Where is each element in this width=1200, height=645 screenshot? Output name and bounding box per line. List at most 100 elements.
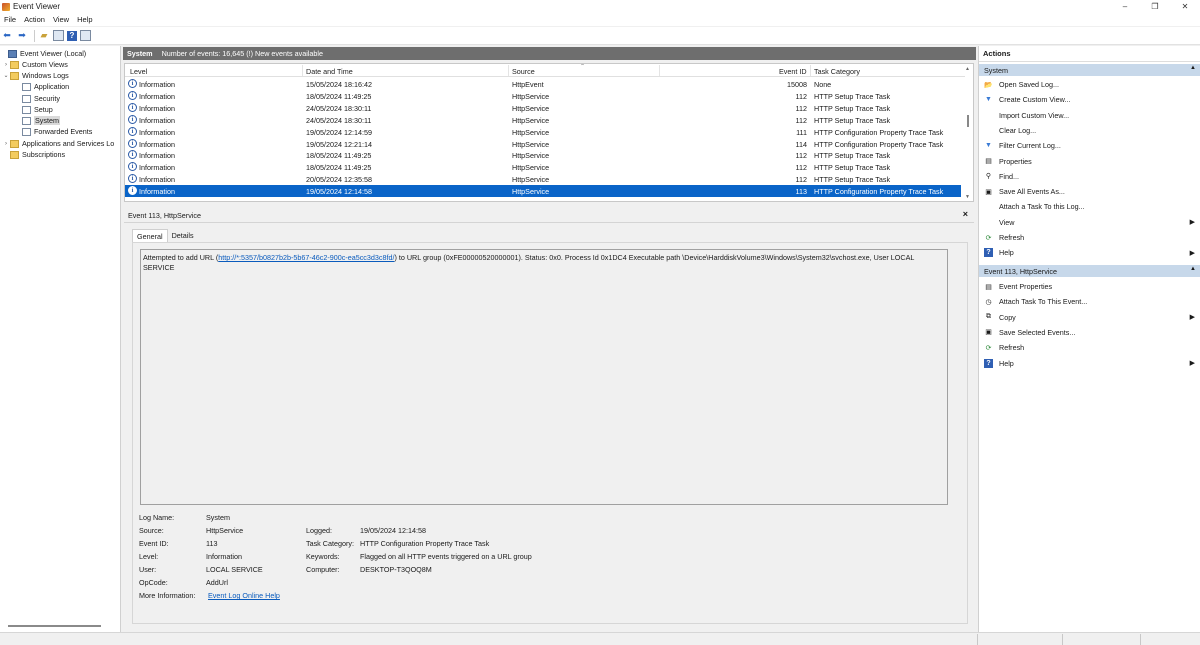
menu-file[interactable]: File	[0, 15, 20, 24]
vertical-scrollbar[interactable]: ▲ ▼	[965, 66, 971, 200]
tree-item-label: Setup	[34, 105, 53, 114]
forward-arrow-icon[interactable]: ➡	[16, 30, 28, 42]
action-import-custom-view[interactable]: Import Custom View...	[979, 109, 1200, 122]
menu-help[interactable]: Help	[73, 15, 96, 24]
tree-item[interactable]: Subscriptions	[2, 149, 65, 160]
action-refresh[interactable]: ⟳ Refresh	[979, 341, 1200, 354]
event-detail-pane: General Details Attempted to add URL (ht…	[124, 222, 974, 629]
tree-item[interactable]: Forwarded Events	[14, 126, 92, 137]
event-row[interactable]: i Information 19/05/2024 12:14:59 HttpServi…	[125, 126, 961, 138]
action-help[interactable]: ? Help ▶	[979, 246, 1200, 259]
event-row[interactable]: i Information 24/05/2024 18:30:11 HttpServi…	[125, 102, 961, 114]
close-button[interactable]: ✕	[1170, 0, 1200, 13]
action-clear-log[interactable]: Clear Log...	[979, 124, 1200, 137]
event-row[interactable]: i Information 20/05/2024 12:35:58 HttpServi…	[125, 173, 961, 185]
action-label: Attach a Task To this Log...	[999, 202, 1085, 212]
collapse-section-icon[interactable]: ▲	[1190, 65, 1196, 71]
console-tree: Event Viewer (Local) › Custom Views ⌄ Window…	[0, 46, 121, 632]
action-copy[interactable]: ⧉ Copy ▶	[979, 311, 1200, 324]
action-view[interactable]: View ▶	[979, 216, 1200, 229]
minimize-button[interactable]: –	[1110, 0, 1140, 13]
show-hide-action-pane-icon[interactable]	[80, 30, 91, 41]
tab-details[interactable]: Details	[168, 229, 198, 242]
action-label: View	[999, 217, 1015, 227]
close-detail-icon[interactable]: ×	[963, 209, 968, 219]
cell-source: HttpService	[512, 163, 550, 173]
event-row[interactable]: i Information 19/05/2024 12:14:58 HttpServi…	[125, 185, 961, 198]
expand-right-icon[interactable]: ›	[2, 62, 10, 68]
cell-level: Information	[139, 115, 175, 125]
log-icon	[22, 94, 31, 103]
tree-item[interactable]: › Applications and Services Lo	[2, 138, 114, 149]
cell-source: HttpService	[512, 115, 550, 125]
column-divider[interactable]	[302, 65, 303, 76]
column-date[interactable]: Date and Time	[306, 67, 353, 76]
tree-item[interactable]: › Custom Views	[2, 59, 68, 70]
action-create-custom-view[interactable]: ▼ Create Custom View...	[979, 93, 1200, 106]
column-divider[interactable]	[659, 65, 660, 76]
column-source[interactable]: Source	[512, 67, 535, 76]
cell-source: HttpService	[512, 103, 550, 113]
show-hide-tree-icon[interactable]	[53, 30, 64, 41]
submenu-arrow-icon: ▶	[1189, 314, 1195, 322]
tab-general[interactable]: General	[132, 229, 168, 242]
up-folder-icon[interactable]: ▰	[38, 30, 50, 42]
action-open-saved-log[interactable]: 📂 Open Saved Log...	[979, 78, 1200, 91]
event-row[interactable]: i Information 18/05/2024 11:49:25 HttpServi…	[125, 149, 961, 161]
action-save-all-events-as[interactable]: ▣ Save All Events As...	[979, 185, 1200, 198]
column-divider[interactable]	[508, 65, 509, 76]
scroll-down-icon[interactable]: ▼	[965, 194, 970, 200]
back-arrow-icon[interactable]: ⬅	[1, 30, 13, 42]
action-help[interactable]: ? Help ▶	[979, 357, 1200, 370]
menu-bar: File Action View Help	[0, 13, 1200, 26]
actions-section-system[interactable]: System ▲	[979, 64, 1200, 76]
event-row[interactable]: i Information 15/05/2024 18:16:42 HttpEvent…	[125, 78, 961, 90]
cell-level: Information	[139, 80, 175, 89]
toolbar-separator	[34, 29, 35, 42]
log-name-value: System	[206, 513, 230, 522]
event-row[interactable]: i Information 18/05/2024 11:49:25 HttpServi…	[125, 90, 961, 102]
tree-item[interactable]: ⌄ Windows Logs	[2, 70, 68, 81]
action-label: Open Saved Log...	[999, 80, 1059, 89]
help-icon[interactable]: ?	[67, 30, 77, 41]
column-task-category[interactable]: Task Category	[814, 67, 860, 76]
action-properties[interactable]: ▤ Properties	[979, 155, 1200, 168]
tree-item[interactable]: System	[14, 115, 60, 126]
expand-right-icon[interactable]: ›	[2, 141, 10, 147]
action-event-properties[interactable]: ▤ Event Properties	[979, 280, 1200, 293]
action-attach-task-to-this-event[interactable]: ◷ Attach Task To This Event...	[979, 295, 1200, 308]
horizontal-scrollbar[interactable]	[8, 625, 101, 627]
restore-button[interactable]: ❐	[1140, 0, 1170, 13]
event-description[interactable]: Attempted to add URL (http://*:5357/b082…	[140, 249, 948, 505]
tree-item-label: Forwarded Events	[34, 127, 93, 136]
expand-down-icon[interactable]: ⌄	[2, 72, 10, 79]
menu-view[interactable]: View	[49, 15, 73, 24]
event-row[interactable]: i Information 24/05/2024 18:30:11 HttpServi…	[125, 114, 961, 126]
action-filter-current-log[interactable]: ▼ Filter Current Log...	[979, 139, 1200, 152]
tree-item[interactable]: Event Viewer (Local)	[0, 48, 86, 59]
action-refresh[interactable]: ⟳ Refresh	[979, 231, 1200, 244]
cell-source: HttpService	[512, 151, 550, 161]
menu-action[interactable]: Action	[20, 15, 49, 24]
action-label: Help	[999, 358, 1014, 368]
action-attach-a-task-to-this-log[interactable]: Attach a Task To this Log...	[979, 200, 1200, 213]
column-level[interactable]: Level	[130, 67, 147, 76]
column-event-id[interactable]: Event ID	[779, 67, 807, 76]
description-url-link[interactable]: http://*:5357/b0827b2b-5b67-46c2-900c-ea…	[218, 253, 394, 262]
user-value: LOCAL SERVICE	[206, 565, 263, 574]
tree-item[interactable]: Security	[14, 93, 60, 104]
action-save-selected-events[interactable]: ▣ Save Selected Events...	[979, 326, 1200, 339]
cell-level: Information	[139, 187, 175, 197]
tree-item[interactable]: Setup	[14, 104, 53, 115]
event-row[interactable]: i Information 18/05/2024 11:49:25 HttpServi…	[125, 161, 961, 173]
scroll-up-icon[interactable]: ▲	[965, 66, 970, 72]
scroll-thumb[interactable]	[967, 115, 969, 127]
event-log-online-help-link[interactable]: Event Log Online Help	[208, 591, 280, 600]
tree-item[interactable]: Application	[14, 81, 69, 92]
actions-section-event[interactable]: Event 113, HttpService ▲	[979, 265, 1200, 277]
collapse-section-icon[interactable]: ▲	[1190, 266, 1196, 272]
folder-icon	[10, 150, 19, 159]
column-divider[interactable]	[810, 65, 811, 76]
action-find[interactable]: ⚲ Find...	[979, 170, 1200, 183]
event-row[interactable]: i Information 19/05/2024 12:21:14 HttpServi…	[125, 138, 961, 150]
